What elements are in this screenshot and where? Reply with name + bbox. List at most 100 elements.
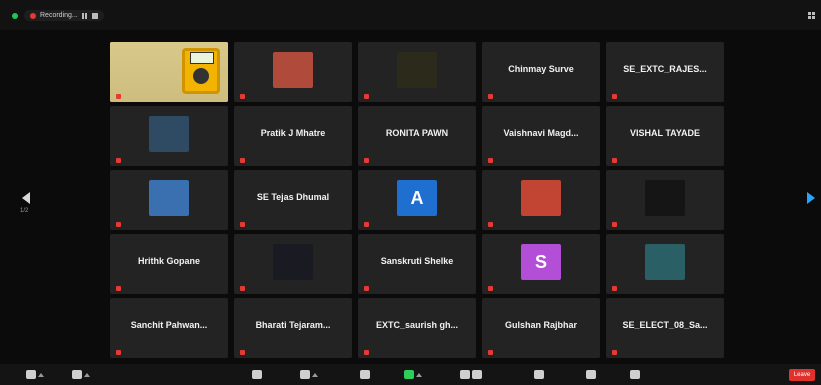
mic-muted-icon <box>488 94 493 99</box>
participant-tile[interactable]: SE_EXTC_RAJES... <box>606 42 724 102</box>
pause-icon[interactable] <box>81 12 88 19</box>
participant-tile[interactable] <box>606 234 724 294</box>
participant-photo <box>273 244 313 280</box>
participant-grid: Chinmay Surve SE_EXTC_RAJES... Pratik J Mh… <box>110 42 726 362</box>
participant-tile[interactable]: Sanskruti Shelke <box>358 234 476 294</box>
participant-name-tag <box>240 94 247 99</box>
video-button[interactable] <box>72 368 90 381</box>
participant-tile[interactable]: VISHAL TAYADE <box>606 106 724 166</box>
participant-display-name: Sanskruti Shelke <box>380 256 454 266</box>
top-bar: Recording... <box>0 0 821 30</box>
participant-name-tag <box>240 286 247 291</box>
reactions-button[interactable] <box>586 368 596 381</box>
participant-tile[interactable]: Sanchit Pahwan... <box>110 298 228 358</box>
participant-tile[interactable] <box>358 42 476 102</box>
mic-muted-icon <box>116 94 121 99</box>
mic-muted-icon <box>364 286 369 291</box>
participant-display-name: RONITA PAWN <box>385 128 449 138</box>
participant-tile[interactable]: Gulshan Rajbhar <box>482 298 600 358</box>
participant-tile[interactable]: A <box>358 170 476 230</box>
mic-muted-icon <box>488 350 493 355</box>
participant-tile[interactable] <box>234 42 352 102</box>
share-screen-icon <box>404 370 414 379</box>
chevron-up-icon[interactable] <box>38 372 44 377</box>
recording-pill[interactable]: Recording... <box>24 10 104 21</box>
chat-button[interactable] <box>360 368 370 381</box>
leave-meeting-button[interactable]: Leave <box>789 369 815 381</box>
participants-button[interactable] <box>300 368 318 381</box>
multimeter-dial <box>193 68 209 84</box>
view-toggle[interactable] <box>808 12 815 19</box>
participant-tile[interactable] <box>234 234 352 294</box>
mute-button[interactable] <box>26 368 44 381</box>
participant-display-name: Hrithk Gopane <box>137 256 200 266</box>
participant-name-tag <box>612 350 619 355</box>
breakout-rooms-icon <box>534 370 544 379</box>
mic-muted-icon <box>612 158 617 163</box>
mic-muted-icon <box>240 222 245 227</box>
participant-tile[interactable] <box>110 106 228 166</box>
mic-muted-icon <box>364 158 369 163</box>
participant-tile[interactable]: Pratik J Mhatre <box>234 106 352 166</box>
participant-tile[interactable]: Chinmay Surve <box>482 42 600 102</box>
participant-display-name: Chinmay Surve <box>508 64 574 74</box>
record-icon <box>30 12 36 19</box>
shield-icon <box>252 370 262 379</box>
mic-muted-icon <box>364 94 369 99</box>
participant-tile[interactable]: RONITA PAWN <box>358 106 476 166</box>
mic-muted-icon <box>116 350 121 355</box>
gallery-view-icon <box>808 12 815 19</box>
participant-tile[interactable]: SE Tejas Dhumal <box>234 170 352 230</box>
security-button[interactable] <box>252 368 262 381</box>
mic-muted-icon <box>240 286 245 291</box>
chevron-up-icon[interactable] <box>84 372 90 377</box>
participant-name-tag <box>240 158 247 163</box>
participant-name-tag <box>612 94 619 99</box>
mic-muted-icon <box>488 286 493 291</box>
previous-page-icon[interactable] <box>22 192 30 204</box>
participant-photo <box>645 244 685 280</box>
next-page-icon[interactable] <box>807 192 815 204</box>
record-button[interactable] <box>460 368 482 381</box>
participant-display-name: SE_ELECT_08_Sa... <box>622 320 708 330</box>
participant-photo <box>645 180 685 216</box>
security-shield-icon[interactable] <box>12 12 18 19</box>
participant-tile[interactable] <box>110 42 228 102</box>
recording-label: Recording... <box>40 12 78 19</box>
participant-avatar: A <box>397 180 437 216</box>
participant-tile[interactable]: S <box>482 234 600 294</box>
participant-tile[interactable]: EXTC_saurish gh... <box>358 298 476 358</box>
breakout-rooms-button[interactable] <box>534 368 544 381</box>
participant-name-tag <box>116 222 123 227</box>
page-indicator-left: 1/2 <box>20 208 29 214</box>
reactions-icon <box>586 370 596 379</box>
participant-name-tag <box>364 350 371 355</box>
mic-muted-icon <box>364 350 369 355</box>
participant-display-name: Sanchit Pahwan... <box>130 320 208 330</box>
record-icon <box>460 370 470 379</box>
participant-name-tag <box>364 286 371 291</box>
participant-name-tag <box>364 94 371 99</box>
chevron-up-icon[interactable] <box>312 372 318 377</box>
participant-tile[interactable]: Vaishnavi Magd... <box>482 106 600 166</box>
participant-tile[interactable]: SE_ELECT_08_Sa... <box>606 298 724 358</box>
chat-icon <box>360 370 370 379</box>
more-button[interactable] <box>630 368 640 381</box>
participant-tile[interactable] <box>606 170 724 230</box>
participant-tile[interactable]: Hrithk Gopane <box>110 234 228 294</box>
share-screen-button[interactable] <box>404 368 422 381</box>
participant-display-name: VISHAL TAYADE <box>629 128 701 138</box>
mic-muted-icon <box>612 222 617 227</box>
multimeter-display <box>190 52 214 64</box>
meeting-toolbar: Leave <box>0 364 821 385</box>
participant-tile[interactable]: Bharati Tejaram... <box>234 298 352 358</box>
participant-display-name: EXTC_saurish gh... <box>375 320 459 330</box>
participant-avatar: S <box>521 244 561 280</box>
chevron-up-icon[interactable] <box>416 372 422 377</box>
stop-icon[interactable] <box>91 12 98 19</box>
participant-tile[interactable] <box>482 170 600 230</box>
participant-tile[interactable] <box>110 170 228 230</box>
participant-name-tag <box>364 158 371 163</box>
participant-photo <box>521 180 561 216</box>
participant-photo <box>397 52 437 88</box>
